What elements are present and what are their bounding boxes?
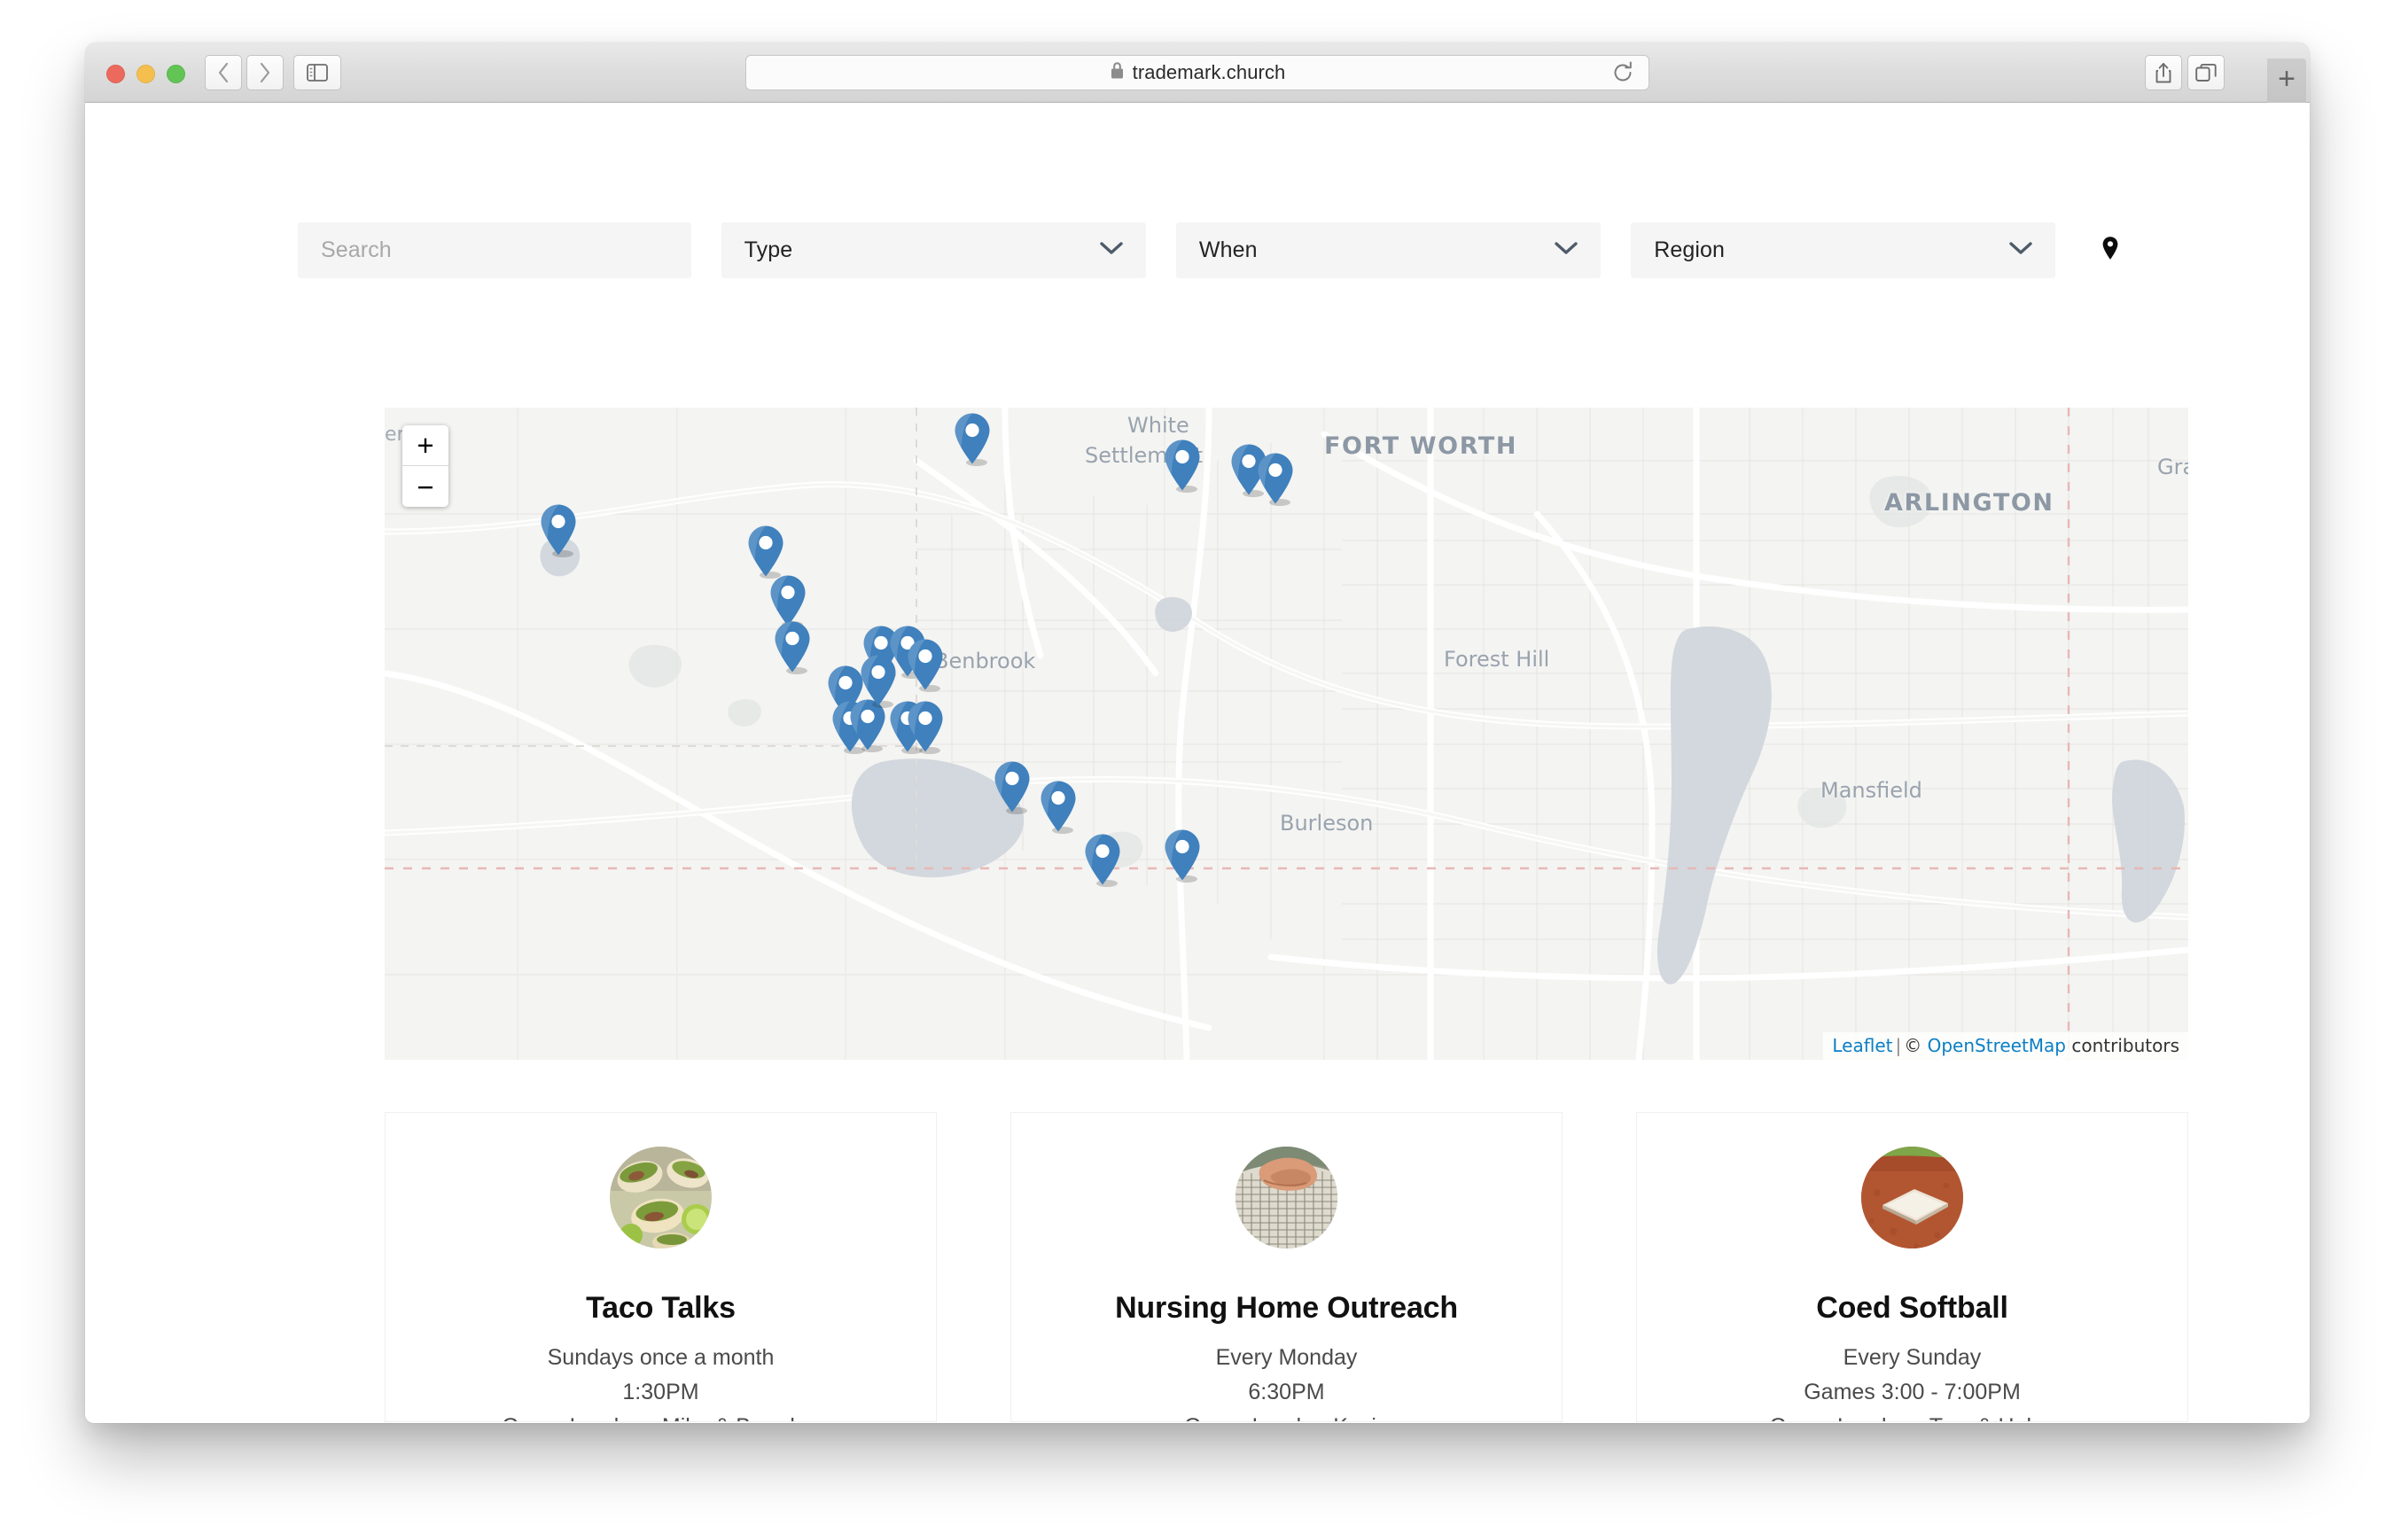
browser-titlebar: trademark.church + xyxy=(85,43,2310,103)
map-pin-icon xyxy=(2101,236,2119,265)
share-button[interactable] xyxy=(2145,55,2182,90)
region-select-label: Region xyxy=(1654,237,1726,262)
share-icon xyxy=(2155,62,2172,83)
sidebar-toggle-button[interactable] xyxy=(293,55,341,90)
group-leaders: Group Leaders: Mike & Brandon xyxy=(386,1414,936,1421)
map-marker-pin[interactable] xyxy=(953,412,992,467)
map-marker-pin[interactable] xyxy=(906,638,945,693)
address-bar[interactable]: trademark.church xyxy=(745,55,1649,90)
zoom-out-button[interactable]: − xyxy=(402,466,448,507)
map[interactable]: + − erfordWhiteSettlementFORT WORTHARLIN… xyxy=(385,408,2188,1060)
chevron-down-icon xyxy=(2009,241,2033,260)
map-marker-pin[interactable] xyxy=(906,700,945,755)
leaflet-link[interactable]: Leaflet xyxy=(1832,1035,1892,1056)
group-schedule: Every Sunday xyxy=(1843,1345,1982,1370)
map-marker-pin[interactable] xyxy=(1039,780,1078,835)
type-select-label: Type xyxy=(744,237,793,262)
maximize-button[interactable] xyxy=(167,65,185,83)
sidebar-toggle-wrap xyxy=(293,55,341,90)
avatar xyxy=(1235,1147,1337,1248)
back-button[interactable] xyxy=(205,55,242,90)
chevron-down-icon xyxy=(1555,241,1578,260)
filter-bar: Search Type When Region xyxy=(298,222,2128,278)
group-leaders: Group Leaders: Tom & Haley xyxy=(1637,1414,2187,1421)
elderly-hands-photo xyxy=(1235,1147,1337,1248)
tacos-photo xyxy=(610,1147,712,1248)
type-select[interactable]: Type xyxy=(721,222,1146,278)
tab-overview-button[interactable] xyxy=(2187,55,2225,90)
window-controls xyxy=(106,65,185,83)
group-title: Nursing Home Outreach xyxy=(1115,1291,1458,1325)
address-bar-content: trademark.church xyxy=(1110,61,1286,84)
avatar xyxy=(1861,1147,1963,1248)
map-marker-pin[interactable] xyxy=(1163,439,1202,494)
group-cards: Taco Talks Sundays once a month 1:30PM Grou… xyxy=(385,1112,2188,1422)
group-time: 1:30PM xyxy=(622,1380,699,1404)
attribution-separator: | xyxy=(1895,1035,1902,1056)
locate-button[interactable] xyxy=(2093,222,2128,278)
map-marker-pin[interactable] xyxy=(1256,452,1295,507)
group-time: Games 3:00 - 7:00PM xyxy=(1804,1380,2021,1404)
group-card[interactable]: Taco Talks Sundays once a month 1:30PM Grou… xyxy=(385,1112,937,1422)
when-select-label: When xyxy=(1198,237,1258,262)
search-input[interactable]: Search xyxy=(298,222,691,278)
group-card[interactable]: Coed Softball Every Sunday Games 3:00 - 7:… xyxy=(1636,1112,2188,1422)
close-button[interactable] xyxy=(106,65,125,83)
lock-icon xyxy=(1110,61,1125,84)
when-select[interactable]: When xyxy=(1175,222,1602,278)
group-time: 6:30PM xyxy=(1248,1380,1325,1404)
search-placeholder: Search xyxy=(321,237,392,262)
toolbar-right-buttons xyxy=(2145,55,2225,90)
page-content: Search Type When Region + − White Settle… xyxy=(85,103,2310,1422)
zoom-in-button[interactable]: + xyxy=(402,425,448,466)
chevron-down-icon xyxy=(1100,241,1123,260)
map-marker-pin[interactable] xyxy=(993,760,1032,815)
navigation-buttons xyxy=(205,55,284,90)
softball-base-photo xyxy=(1861,1147,1963,1248)
group-schedule: Sundays once a month xyxy=(547,1345,775,1370)
attribution-contributors: contributors xyxy=(2066,1035,2179,1056)
group-leaders: Group Leader: Kevin xyxy=(1011,1414,1562,1421)
tab-overview-icon xyxy=(2195,63,2217,82)
openstreetmap-link[interactable]: OpenStreetMap xyxy=(1928,1035,2066,1056)
group-card[interactable]: Nursing Home Outreach Every Monday 6:30PM G… xyxy=(1010,1112,1563,1422)
map-zoom-controls: + − xyxy=(402,425,448,507)
avatar xyxy=(610,1147,712,1248)
attribution-copyright: © xyxy=(1904,1035,1928,1056)
chevron-left-icon xyxy=(216,61,230,84)
forward-button[interactable] xyxy=(246,55,284,90)
url-text: trademark.church xyxy=(1132,61,1286,83)
reload-icon[interactable] xyxy=(1611,61,1634,84)
map-marker-pin[interactable] xyxy=(746,525,785,579)
group-schedule: Every Monday xyxy=(1215,1345,1358,1370)
map-marker-pin[interactable] xyxy=(773,620,812,675)
browser-window: trademark.church + Search Type When Regi… xyxy=(85,43,2310,1423)
region-select[interactable]: Region xyxy=(1631,222,2056,278)
new-tab-button[interactable]: + xyxy=(2267,58,2306,103)
map-marker-pin[interactable] xyxy=(1163,828,1202,883)
map-marker-pin[interactable] xyxy=(539,503,578,558)
map-attribution: Leaflet | © OpenStreetMap contributors xyxy=(1823,1032,2188,1060)
chevron-right-icon xyxy=(258,61,272,84)
sidebar-toggle-icon xyxy=(307,64,328,82)
group-title: Taco Talks xyxy=(586,1291,736,1325)
group-title: Coed Softball xyxy=(1816,1291,2008,1325)
map-marker-pin[interactable] xyxy=(1083,833,1122,888)
minimize-button[interactable] xyxy=(136,65,155,83)
